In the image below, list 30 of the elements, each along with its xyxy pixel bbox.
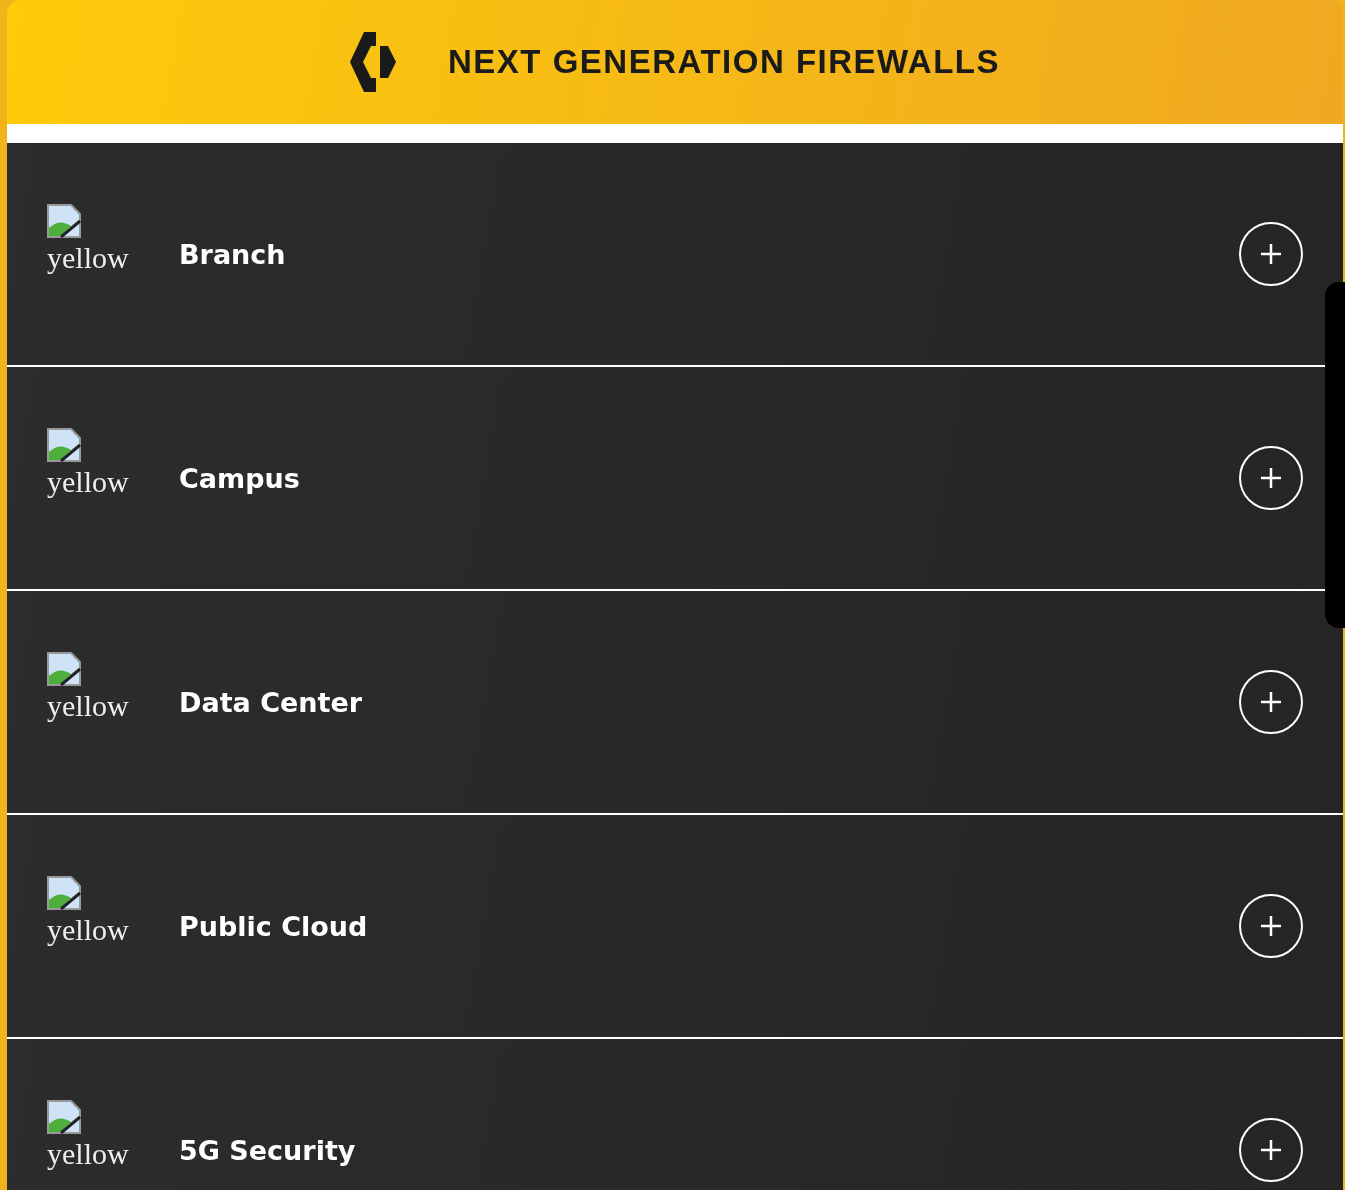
expand-button[interactable] bbox=[1239, 894, 1303, 958]
item-title: Campus bbox=[179, 462, 301, 494]
image-alt-text: yellow bbox=[47, 1136, 129, 1172]
broken-image-icon bbox=[47, 652, 81, 686]
broken-image-icon bbox=[47, 1100, 81, 1134]
item-title: Public Cloud bbox=[179, 910, 369, 942]
plus-icon bbox=[1259, 690, 1283, 714]
plus-icon bbox=[1259, 242, 1283, 266]
broken-image-icon bbox=[47, 204, 81, 238]
expand-button[interactable] bbox=[1239, 670, 1303, 734]
item-title: Branch bbox=[179, 238, 287, 270]
plus-icon bbox=[1259, 1138, 1283, 1162]
plus-icon bbox=[1259, 466, 1283, 490]
item-title: 5G Security bbox=[179, 1134, 357, 1166]
expand-button[interactable] bbox=[1239, 1118, 1303, 1182]
image-alt-text: yellow bbox=[47, 240, 129, 276]
page-title: NEXT GENERATION FIREWALLS bbox=[447, 43, 1001, 81]
expand-button[interactable] bbox=[1239, 222, 1303, 286]
accordion-item[interactable]: yellow Data Center bbox=[7, 591, 1343, 815]
image-alt-text: yellow bbox=[47, 464, 129, 500]
accordion-item[interactable]: yellow Branch bbox=[7, 143, 1343, 367]
accordion-item[interactable]: yellow Public Cloud bbox=[7, 815, 1343, 1039]
plus-icon bbox=[1259, 914, 1283, 938]
expand-button[interactable] bbox=[1239, 446, 1303, 510]
item-title: Data Center bbox=[179, 686, 364, 718]
image-alt-text: yellow bbox=[47, 688, 129, 724]
broken-image-icon bbox=[47, 876, 81, 910]
image-alt-text: yellow bbox=[47, 912, 129, 948]
broken-image-icon bbox=[47, 428, 81, 462]
accordion-item[interactable]: yellow 5G Security bbox=[7, 1039, 1343, 1190]
